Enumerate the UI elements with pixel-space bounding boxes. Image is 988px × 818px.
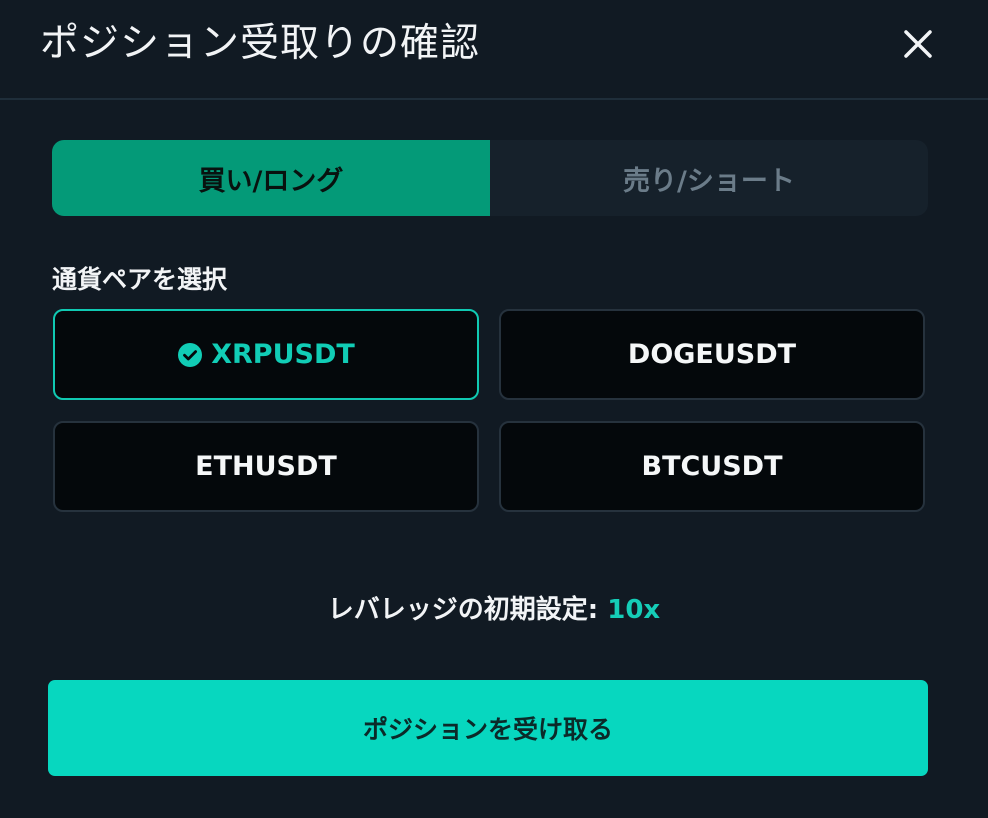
- close-button[interactable]: [892, 20, 942, 70]
- leverage-info: レバレッジの初期設定: 10x: [0, 588, 988, 632]
- receive-position-button[interactable]: ポジションを受け取る: [48, 680, 928, 776]
- pair-label: ETHUSDT: [195, 451, 337, 482]
- leverage-label: レバレッジの初期設定:: [327, 595, 599, 625]
- pair-label: BTCUSDT: [641, 451, 783, 482]
- close-icon: [892, 20, 942, 70]
- tab-sell-short[interactable]: 売り/ショート: [490, 140, 928, 216]
- pair-label: DOGEUSDT: [627, 339, 797, 370]
- dialog-title: ポジション受取りの確認: [40, 21, 481, 66]
- check-circle-icon: [177, 342, 203, 368]
- tab-buy-long[interactable]: 買い/ロング: [52, 140, 490, 216]
- pair-option-btcusdt[interactable]: BTCUSDT: [499, 421, 925, 512]
- leverage-value: 10x: [607, 595, 661, 625]
- pair-section-label: 通貨ペアを選択: [52, 265, 228, 294]
- side-toggle: 買い/ロング 売り/ショート: [52, 140, 928, 216]
- pair-label: XRPUSDT: [211, 339, 355, 370]
- pair-option-xrpusdt[interactable]: XRPUSDT: [53, 309, 479, 400]
- dialog-header: ポジション受取りの確認: [0, 0, 988, 100]
- pair-option-ethusdt[interactable]: ETHUSDT: [53, 421, 479, 512]
- pair-option-dogeusdt[interactable]: DOGEUSDT: [499, 309, 925, 400]
